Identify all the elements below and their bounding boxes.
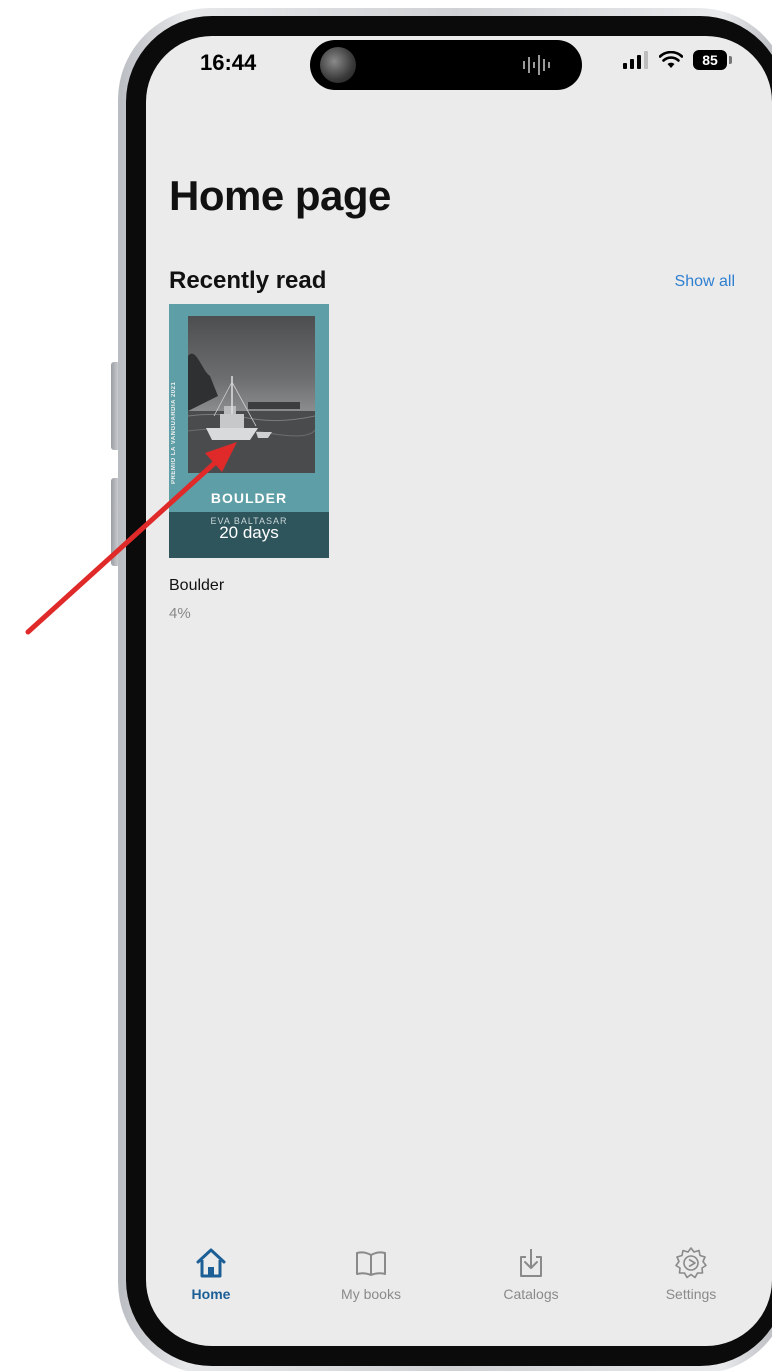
book-progress: 4% bbox=[169, 605, 191, 622]
cover-title: BOULDER bbox=[210, 490, 288, 506]
dynamic-island bbox=[310, 40, 582, 90]
book-cover-card[interactable]: PREMIO LA VANGUARDIA 2021 BOULDER EVA BA… bbox=[169, 304, 329, 558]
battery-icon bbox=[729, 56, 732, 64]
status-time: 16:44 bbox=[200, 50, 257, 75]
cover-spine-text: PREMIO LA VANGUARDIA 2021 bbox=[171, 381, 177, 484]
book-title[interactable]: Boulder bbox=[169, 577, 224, 595]
section-title-recently-read: Recently read bbox=[169, 267, 327, 294]
tab-label-my-books: My books bbox=[341, 1286, 401, 1302]
open-book-icon bbox=[356, 1251, 386, 1276]
status-indicators: 85 bbox=[623, 50, 732, 70]
tab-my-books[interactable]: My books bbox=[311, 1246, 431, 1302]
app-screen: 16:44 85 Home page Recently read Show al… bbox=[146, 36, 772, 1346]
tab-catalogs[interactable]: Catalogs bbox=[471, 1246, 591, 1302]
tab-home[interactable]: Home bbox=[151, 1246, 271, 1302]
download-icon bbox=[520, 1249, 542, 1277]
tab-settings[interactable]: Settings bbox=[631, 1246, 751, 1302]
cover-illustration bbox=[188, 316, 315, 473]
home-icon bbox=[196, 1248, 226, 1278]
gear-icon bbox=[675, 1247, 707, 1279]
now-playing-artwork bbox=[320, 47, 356, 83]
tab-label-catalogs: Catalogs bbox=[503, 1286, 559, 1302]
wifi-icon bbox=[659, 51, 683, 68]
audio-waveform-icon bbox=[523, 55, 550, 75]
show-all-link[interactable]: Show all bbox=[675, 273, 735, 291]
battery-level: 85 bbox=[693, 50, 727, 70]
tab-label-settings: Settings bbox=[665, 1286, 717, 1302]
fishing-boat-illustration bbox=[188, 353, 315, 473]
tab-label-home: Home bbox=[191, 1286, 231, 1302]
page: 16:44 85 Home page Recently read Show al… bbox=[0, 0, 772, 1371]
cellular-signal-icon bbox=[623, 51, 648, 69]
bottom-tab-bar: Home My books Catalogs Settings bbox=[146, 1236, 772, 1346]
time-remaining-label: 20 days bbox=[219, 523, 279, 542]
page-title: Home page bbox=[169, 172, 391, 219]
